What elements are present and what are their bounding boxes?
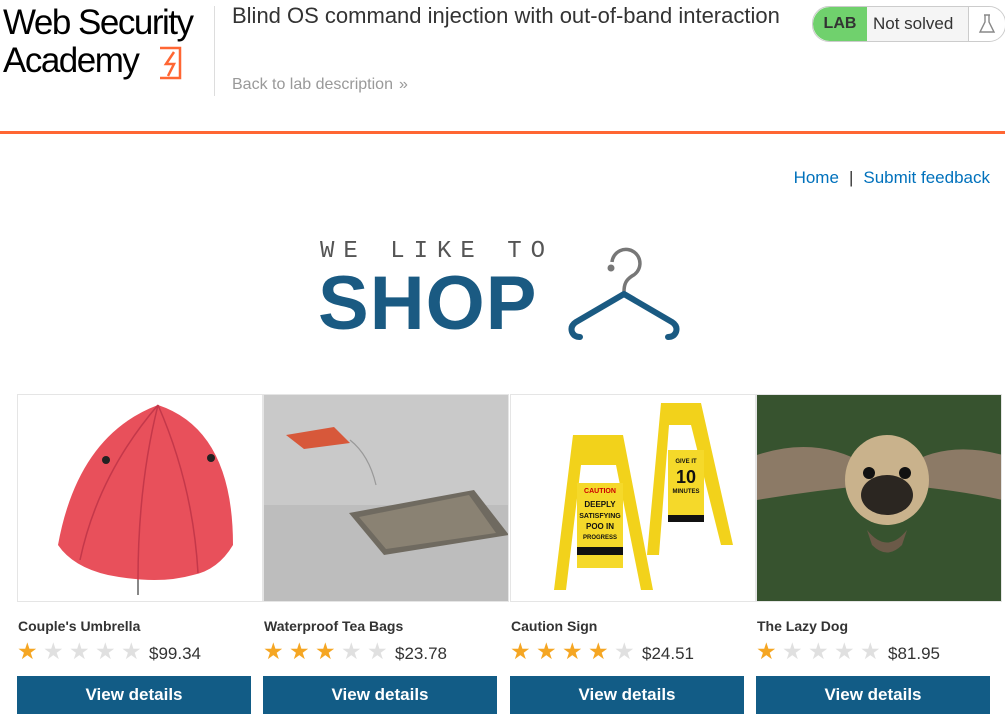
header-divider xyxy=(214,6,215,96)
caution-sign-text: SATISFYING xyxy=(579,513,621,520)
star-empty-icon: ★ xyxy=(860,638,881,664)
star-empty-icon: ★ xyxy=(43,638,64,664)
lab-title: Blind OS command injection with out-of-b… xyxy=(232,3,780,28)
shop-banner: WE LIKE TO SHOP xyxy=(318,236,698,346)
product-rating: ★ ★ ★ ★ ★ xyxy=(510,638,640,664)
product-name: The Lazy Dog xyxy=(757,618,849,634)
product-name: Couple's Umbrella xyxy=(18,618,141,634)
product-image-flying-pug[interactable] xyxy=(756,394,1002,602)
lab-status-text: Not solved xyxy=(873,14,954,33)
top-nav: Home | Submit feedback xyxy=(794,168,990,188)
star-empty-icon: ★ xyxy=(614,638,635,664)
product-rating: ★ ★ ★ ★ ★ xyxy=(17,638,147,664)
star-empty-icon: ★ xyxy=(121,638,142,664)
view-details-button[interactable]: View details xyxy=(17,676,251,714)
flask-icon xyxy=(968,7,1005,41)
submit-feedback-link[interactable]: Submit feedback xyxy=(863,168,990,187)
star-filled-icon: ★ xyxy=(17,638,38,664)
lab-status-widget: LAB Not solved xyxy=(812,6,1005,42)
star-empty-icon: ★ xyxy=(834,638,855,664)
web-security-academy-logo[interactable]: Web Security Academy xyxy=(3,4,213,84)
star-filled-icon: ★ xyxy=(289,638,310,664)
home-link[interactable]: Home xyxy=(794,168,839,187)
view-details-button[interactable]: View details xyxy=(263,676,497,714)
product-price: $23.78 xyxy=(395,644,447,663)
hanger-icon xyxy=(568,247,680,340)
star-empty-icon: ★ xyxy=(782,638,803,664)
star-empty-icon: ★ xyxy=(95,638,116,664)
product-image-tea-bag[interactable] xyxy=(263,394,509,602)
back-link-label: Back to lab description xyxy=(232,76,393,93)
product-name: Caution Sign xyxy=(511,618,598,634)
logo-line-1: Web Security xyxy=(3,3,194,42)
caution-sign-text: DEEPLY xyxy=(584,500,616,509)
lab-badge: LAB xyxy=(813,7,867,41)
product-name: Waterproof Tea Bags xyxy=(264,618,404,634)
star-empty-icon: ★ xyxy=(367,638,388,664)
header-accent-bar xyxy=(0,131,1005,134)
product-image-caution-sign[interactable]: CAUTION DEEPLY SATISFYING POO IN PROGRES… xyxy=(510,394,756,602)
caution-sign-text: 10 xyxy=(676,467,696,487)
view-details-button[interactable]: View details xyxy=(756,676,990,714)
view-details-button[interactable]: View details xyxy=(510,676,744,714)
banner-headline: SHOP xyxy=(318,261,538,346)
double-chevron-right-icon: » xyxy=(398,76,408,93)
nav-separator: | xyxy=(848,168,854,187)
back-to-lab-description-link[interactable]: Back to lab description » xyxy=(232,76,408,94)
product-price: $24.51 xyxy=(642,644,694,663)
product-price: $99.34 xyxy=(149,644,201,663)
star-filled-icon: ★ xyxy=(562,638,583,664)
logo-line-2: Academy xyxy=(3,41,140,80)
product-rating: ★ ★ ★ ★ ★ xyxy=(263,638,393,664)
star-filled-icon: ★ xyxy=(536,638,557,664)
caution-sign-text: MINUTES xyxy=(673,489,700,495)
product-rating: ★ ★ ★ ★ ★ xyxy=(756,638,886,664)
caution-sign-text: POO IN xyxy=(586,522,614,531)
star-filled-icon: ★ xyxy=(756,638,777,664)
star-filled-icon: ★ xyxy=(263,638,284,664)
product-image-umbrella[interactable] xyxy=(17,394,263,602)
product-price: $81.95 xyxy=(888,644,940,663)
logo-bolt-icon xyxy=(160,46,182,80)
star-filled-icon: ★ xyxy=(315,638,336,664)
star-filled-icon: ★ xyxy=(588,638,609,664)
star-empty-icon: ★ xyxy=(341,638,362,664)
star-filled-icon: ★ xyxy=(510,638,531,664)
star-empty-icon: ★ xyxy=(808,638,829,664)
caution-sign-text: GIVE IT xyxy=(675,459,697,465)
caution-sign-text: PROGRESS xyxy=(583,535,617,541)
lab-header: Web Security Academy Blind OS command in… xyxy=(0,0,1005,132)
caution-sign-text: CAUTION xyxy=(584,488,616,495)
star-empty-icon: ★ xyxy=(69,638,90,664)
